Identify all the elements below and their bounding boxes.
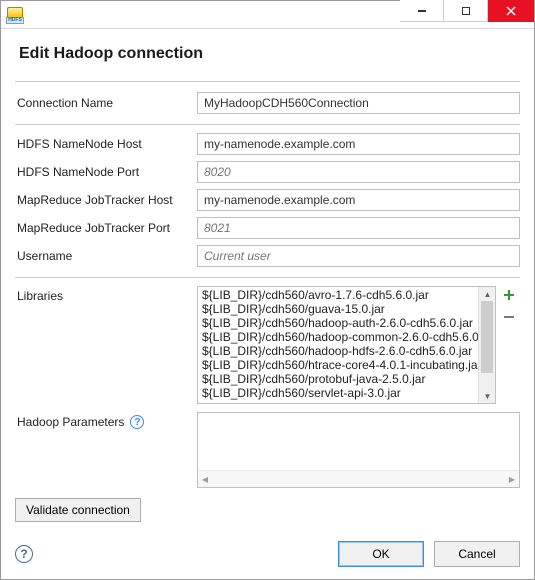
jobtracker-port-label: MapReduce JobTracker Port — [15, 221, 197, 235]
namenode-port-input[interactable] — [197, 161, 520, 183]
scroll-up-icon[interactable]: ▲ — [479, 287, 496, 301]
namenode-port-label: HDFS NameNode Port — [15, 165, 197, 179]
scroll-down-icon[interactable]: ▼ — [479, 389, 496, 403]
hadoop-parameters-textarea[interactable]: ◀ ▶ — [197, 412, 520, 488]
jobtracker-host-input[interactable] — [197, 189, 520, 211]
hdfs-icon: HDFS — [7, 7, 23, 23]
list-item[interactable]: ${LIB_DIR}/cdh560/servlet-api-3.0.jar — [202, 386, 474, 400]
scroll-thumb[interactable] — [481, 301, 493, 373]
page-title: Edit Hadoop connection — [19, 45, 520, 63]
ok-button[interactable]: OK — [338, 541, 424, 567]
validate-connection-button[interactable]: Validate connection — [15, 498, 141, 522]
list-item[interactable]: ${LIB_DIR}/cdh560/guava-15.0.jar — [202, 302, 474, 316]
scrollbar-vertical[interactable]: ▲ ▼ — [478, 287, 495, 403]
connection-name-input[interactable] — [197, 92, 520, 114]
close-button[interactable] — [488, 0, 534, 22]
list-item[interactable]: ${LIB_DIR}/cdh560/hadoop-auth-2.6.0-cdh5… — [202, 316, 474, 330]
separator — [15, 81, 520, 82]
libraries-label: Libraries — [15, 286, 197, 303]
footer: ? OK Cancel — [15, 541, 520, 567]
namenode-host-label: HDFS NameNode Host — [15, 137, 197, 151]
list-item[interactable]: ${LIB_DIR}/cdh560/hadoop-hdfs-2.6.0-cdh5… — [202, 344, 474, 358]
cancel-button[interactable]: Cancel — [434, 541, 520, 567]
list-item[interactable]: ${LIB_DIR}/cdh560/htrace-core4-4.0.1-inc… — [202, 358, 474, 372]
jobtracker-port-input[interactable] — [197, 217, 520, 239]
help-icon[interactable]: ? — [15, 545, 33, 563]
dialog-window: HDFS Edit Hadoop connection Connection N… — [0, 0, 535, 580]
maximize-button[interactable] — [444, 0, 488, 22]
hadoop-parameters-label: Hadoop Parameters ? — [15, 412, 197, 429]
list-item[interactable]: ${LIB_DIR}/cdh560/hadoop-common-2.6.0-cd… — [202, 330, 474, 344]
username-label: Username — [15, 249, 197, 263]
scroll-right-icon[interactable]: ▶ — [505, 471, 519, 488]
remove-library-button[interactable] — [502, 310, 516, 324]
username-input[interactable] — [197, 245, 520, 267]
list-item[interactable]: ${LIB_DIR}/cdh560/avro-1.7.6-cdh5.6.0.ja… — [202, 288, 474, 302]
scrollbar-horizontal[interactable]: ◀ ▶ — [198, 470, 519, 487]
help-icon[interactable]: ? — [130, 415, 144, 429]
connection-name-label: Connection Name — [15, 96, 197, 110]
list-item[interactable]: ${LIB_DIR}/cdh560/protobuf-java-2.5.0.ja… — [202, 372, 474, 386]
separator — [15, 124, 520, 125]
namenode-host-input[interactable] — [197, 133, 520, 155]
dialog-body: Edit Hadoop connection Connection Name H… — [1, 29, 534, 532]
add-library-button[interactable] — [502, 288, 516, 302]
minimize-button[interactable] — [400, 0, 444, 22]
separator — [15, 277, 520, 278]
scroll-left-icon[interactable]: ◀ — [198, 471, 212, 488]
titlebar[interactable]: HDFS — [1, 1, 534, 29]
jobtracker-host-label: MapReduce JobTracker Host — [15, 193, 197, 207]
libraries-listbox[interactable]: ${LIB_DIR}/cdh560/avro-1.7.6-cdh5.6.0.ja… — [197, 286, 496, 404]
